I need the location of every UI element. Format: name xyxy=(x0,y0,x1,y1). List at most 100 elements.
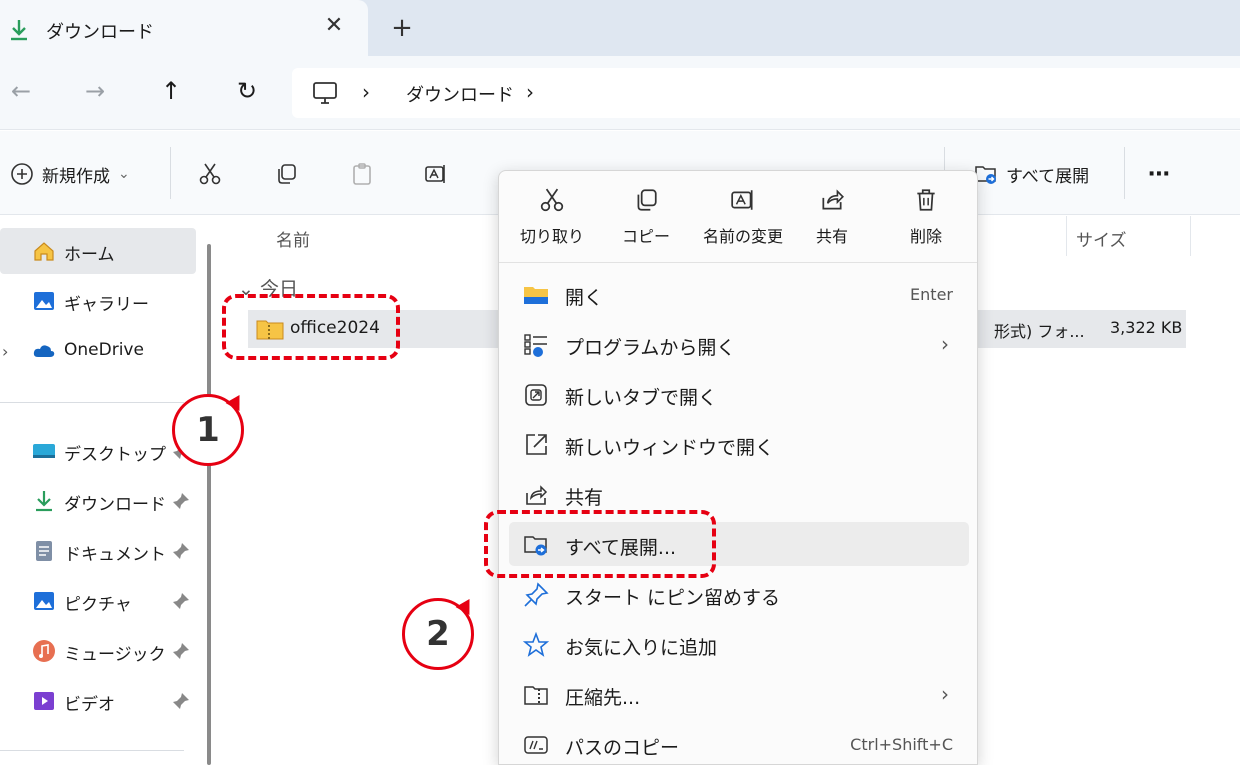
new-button[interactable]: 新規作成 ⌄ xyxy=(10,159,130,189)
sidebar-item-downloads[interactable]: ダウンロード xyxy=(0,478,196,524)
extract-all-label: すべて展開 xyxy=(1006,166,1090,187)
menu-item-label: 新しいタブで開く xyxy=(565,387,718,409)
sidebar-item-documents[interactable]: ドキュメント xyxy=(0,528,196,574)
cut-action[interactable]: 切り取り xyxy=(507,187,597,257)
pin-icon[interactable] xyxy=(172,542,190,560)
archive-icon xyxy=(524,686,548,705)
quick-actions-bar: 切り取り コピー 名前の変更 共有 削除 xyxy=(499,171,977,263)
copy-icon xyxy=(278,164,296,184)
column-divider[interactable] xyxy=(1066,216,1067,256)
pictures-icon xyxy=(34,592,54,610)
address-row: ← → ↑ ↻ › ダウンロード › xyxy=(0,56,1240,130)
more-options-button[interactable]: ⋯ xyxy=(1148,159,1170,189)
address-bar[interactable]: › ダウンロード › xyxy=(292,68,1240,118)
context-menu: 切り取り コピー 名前の変更 共有 削除 開く Enter プログラムから開く … xyxy=(498,170,978,765)
sidebar-item-desktop[interactable]: デスクトップ xyxy=(0,428,196,474)
rename-button[interactable] xyxy=(424,159,448,189)
more-icon: ⋯ xyxy=(1148,161,1170,187)
menu-item-pin-to-start[interactable]: スタート にピン留めする xyxy=(509,572,969,616)
new-tab-button[interactable]: + xyxy=(388,14,416,42)
file-size: 3,322 KB xyxy=(1110,318,1183,337)
back-button[interactable]: ← xyxy=(6,76,36,106)
forward-button[interactable]: → xyxy=(80,76,110,106)
breadcrumb-separator[interactable]: › xyxy=(526,80,534,104)
menu-item-add-favorites[interactable]: お気に入りに追加 xyxy=(509,622,969,666)
tab-label: ダウンロード xyxy=(46,22,154,43)
sidebar-item-gallery[interactable]: ギャラリー xyxy=(0,278,196,324)
cloud-icon xyxy=(33,345,55,357)
menu-item-compress-to[interactable]: 圧縮先... › xyxy=(509,672,969,716)
up-button[interactable]: ↑ xyxy=(156,76,186,106)
pin-icon[interactable] xyxy=(172,642,190,660)
pin-icon[interactable] xyxy=(172,692,190,710)
menu-item-open-with[interactable]: プログラムから開く › xyxy=(509,322,969,366)
rename-action[interactable]: 名前の変更 xyxy=(693,187,793,257)
sidebar-item-videos[interactable]: ビデオ xyxy=(0,678,196,724)
paste-button[interactable] xyxy=(350,159,374,189)
plus-circle-icon xyxy=(11,163,33,185)
new-tab-icon xyxy=(525,384,547,406)
sidebar-item-pictures[interactable]: ピクチャ xyxy=(0,578,196,624)
pin-icon xyxy=(524,582,549,607)
copy-icon xyxy=(637,189,657,211)
column-header-name[interactable]: 名前 xyxy=(276,226,310,251)
share-icon xyxy=(526,485,548,505)
refresh-button[interactable]: ↻ xyxy=(232,76,262,106)
sidebar-item-label: ミュージック xyxy=(64,645,166,665)
breadcrumb-separator[interactable]: › xyxy=(362,80,370,104)
rename-icon xyxy=(425,165,445,183)
divider xyxy=(0,402,184,403)
pane-splitter[interactable] xyxy=(207,244,211,765)
quick-action-label: 削除 xyxy=(909,227,942,246)
home-icon xyxy=(34,242,54,261)
sidebar-item-label: デスクトップ xyxy=(64,445,166,465)
sidebar-item-music[interactable]: ミュージック xyxy=(0,628,196,674)
sidebar-item-onedrive[interactable]: OneDrive xyxy=(0,328,196,374)
menu-item-label: プログラムから開く xyxy=(565,337,736,359)
computer-icon xyxy=(313,82,337,104)
sidebar-item-label: ギャラリー xyxy=(64,295,149,315)
rename-icon xyxy=(731,190,753,210)
path-icon xyxy=(524,736,548,754)
video-icon xyxy=(34,692,54,710)
download-icon xyxy=(36,491,52,512)
menu-item-label: 新しいウィンドウで開く xyxy=(565,437,775,459)
share-action[interactable]: 共有 xyxy=(787,187,877,257)
highlight-box-file xyxy=(222,294,400,360)
highlight-box-extract xyxy=(484,510,716,578)
chevron-down-icon: ⌄ xyxy=(118,166,130,182)
pin-icon[interactable] xyxy=(172,492,190,510)
menu-item-label: 圧縮先... xyxy=(565,687,641,709)
delete-action[interactable]: 削除 xyxy=(881,187,971,257)
new-label: 新規作成 xyxy=(42,166,110,187)
shortcut-label: Ctrl+Shift+C xyxy=(850,735,953,754)
quick-action-label: 共有 xyxy=(815,227,848,246)
cut-button[interactable] xyxy=(198,159,222,189)
extract-all-button[interactable]: すべて展開 xyxy=(974,159,1089,189)
copy-button[interactable] xyxy=(274,159,298,189)
menu-item-copy-path[interactable]: パスのコピー Ctrl+Shift+C xyxy=(509,722,969,765)
column-header-size[interactable]: サイズ xyxy=(1076,226,1127,251)
divider xyxy=(0,750,184,751)
copy-action[interactable]: コピー xyxy=(601,187,691,257)
sidebar-item-label: ホーム xyxy=(64,245,115,265)
quick-action-label: コピー xyxy=(621,227,670,246)
close-tab-icon[interactable]: ✕ xyxy=(322,14,346,38)
tab-strip: ダウンロード ✕ + xyxy=(0,0,1240,56)
pin-icon[interactable] xyxy=(172,592,190,610)
menu-item-open[interactable]: 開く Enter xyxy=(509,272,969,316)
menu-item-open-new-tab[interactable]: 新しいタブで開く xyxy=(509,372,969,416)
tab-downloads[interactable]: ダウンロード ✕ xyxy=(0,0,368,56)
gallery-icon xyxy=(34,292,54,310)
apps-icon xyxy=(524,334,547,357)
divider xyxy=(1124,147,1125,199)
sidebar-item-home[interactable]: ホーム xyxy=(0,228,196,274)
quick-action-label: 切り取り xyxy=(519,227,584,246)
scissors-icon xyxy=(540,188,564,212)
breadcrumb-downloads[interactable]: ダウンロード xyxy=(406,81,514,107)
column-divider[interactable] xyxy=(1190,216,1191,256)
chevron-right-icon: › xyxy=(941,682,949,706)
menu-item-label: パスのコピー xyxy=(565,737,680,759)
menu-item-open-new-window[interactable]: 新しいウィンドウで開く xyxy=(509,422,969,466)
sidebar-item-label: ビデオ xyxy=(64,695,115,715)
